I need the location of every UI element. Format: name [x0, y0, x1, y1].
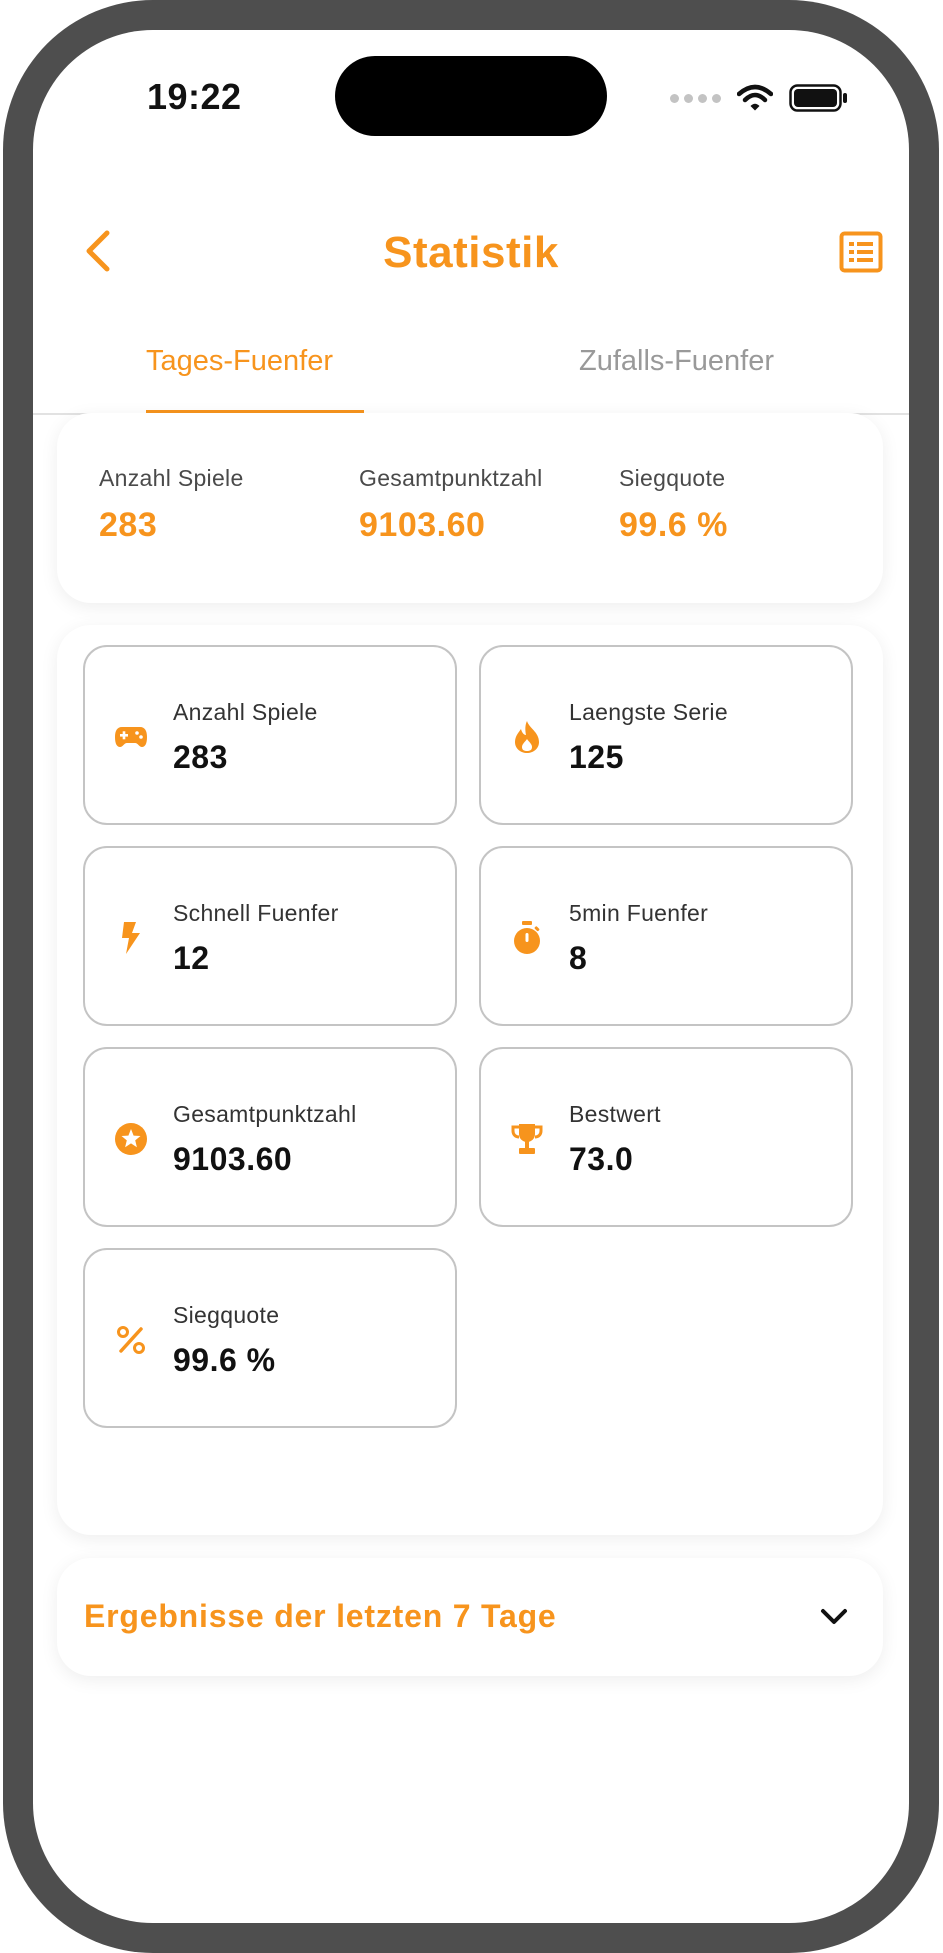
stat-tile-5min-fives: 5min Fuenfer 8: [479, 846, 853, 1026]
summary-value: 283: [99, 506, 158, 544]
gamepad-icon: [115, 727, 147, 747]
summary-value: 9103.60: [359, 506, 486, 544]
dynamic-island: [335, 56, 607, 136]
stat-label: 5min Fuenfer: [569, 900, 709, 926]
summary-label: Anzahl Spiele: [99, 465, 244, 491]
wifi-icon: [737, 84, 773, 111]
signal-icon: [670, 93, 721, 103]
summary-value: 99.6 %: [619, 506, 728, 544]
app-screen: 19:22 Statistik Tages-Fuenfer Zufalls-Fu…: [33, 30, 909, 1923]
stat-tile-games: Anzahl Spiele 283: [83, 645, 457, 825]
stat-label: Gesamtpunktzahl: [173, 1101, 357, 1127]
stat-value: 99.6 %: [173, 1342, 276, 1378]
device-frame: 19:22 Statistik Tages-Fuenfer Zufalls-Fu…: [3, 0, 939, 1953]
stat-label: Laengste Serie: [569, 699, 728, 725]
last-7-days-expander[interactable]: Ergebnisse der letzten 7 Tage: [57, 1558, 883, 1676]
page-title: Statistik: [383, 228, 559, 277]
percent-icon: [117, 1326, 145, 1354]
summary-games: Anzahl Spiele 283: [99, 465, 299, 545]
expander-title: Ergebnisse der letzten 7 Tage: [84, 1598, 557, 1634]
timer-icon: [514, 921, 540, 954]
summary-card: Anzahl Spiele 283 Gesamtpunktzahl 9103.6…: [57, 413, 883, 603]
status-time: 19:22: [147, 76, 242, 117]
summary-total-score: Gesamtpunktzahl 9103.60: [359, 465, 549, 545]
tab-zufalls-fuenfer[interactable]: Zufalls-Fuenfer: [579, 310, 774, 413]
status-icons: [670, 84, 849, 112]
stat-label: Anzahl Spiele: [173, 699, 318, 725]
stat-tile-best-score: Bestwert 73.0: [479, 1047, 853, 1227]
stat-tile-quick-fives: Schnell Fuenfer 12: [83, 846, 457, 1026]
stat-value: 125: [569, 739, 624, 775]
stat-value: 9103.60: [173, 1141, 293, 1177]
trophy-icon: [511, 1124, 543, 1154]
tab-tages-fuenfer[interactable]: Tages-Fuenfer: [146, 310, 333, 413]
stat-value: 283: [173, 739, 228, 775]
list-view-button[interactable]: [835, 226, 887, 278]
stats-grid-card: Anzahl Spiele 283 Laengste Serie 125 Sch…: [57, 625, 883, 1535]
stat-tile-total-score: Gesamtpunktzahl 9103.60: [83, 1047, 457, 1227]
chevron-down-icon: [821, 1609, 847, 1624]
stat-tile-longest-streak: Laengste Serie 125: [479, 645, 853, 825]
stat-value: 8: [569, 940, 588, 976]
summary-win-rate: Siegquote 99.6 %: [619, 465, 819, 545]
stat-value: 12: [173, 940, 210, 976]
stat-label: Schnell Fuenfer: [173, 900, 339, 926]
stat-label: Siegquote: [173, 1302, 280, 1328]
stat-tile-win-rate: Siegquote 99.6 %: [83, 1248, 457, 1428]
lightning-icon: [122, 922, 140, 954]
stat-label: Bestwert: [569, 1101, 661, 1127]
flame-icon: [515, 721, 539, 753]
summary-label: Siegquote: [619, 465, 726, 491]
battery-icon: [789, 84, 847, 112]
star-icon: [115, 1123, 147, 1155]
top-app-bar: Statistik: [33, 190, 909, 310]
tab-bar: Tages-Fuenfer Zufalls-Fuenfer: [33, 310, 909, 415]
list-icon: [839, 231, 883, 273]
summary-label: Gesamtpunktzahl: [359, 465, 543, 491]
stat-value: 73.0: [569, 1141, 634, 1177]
